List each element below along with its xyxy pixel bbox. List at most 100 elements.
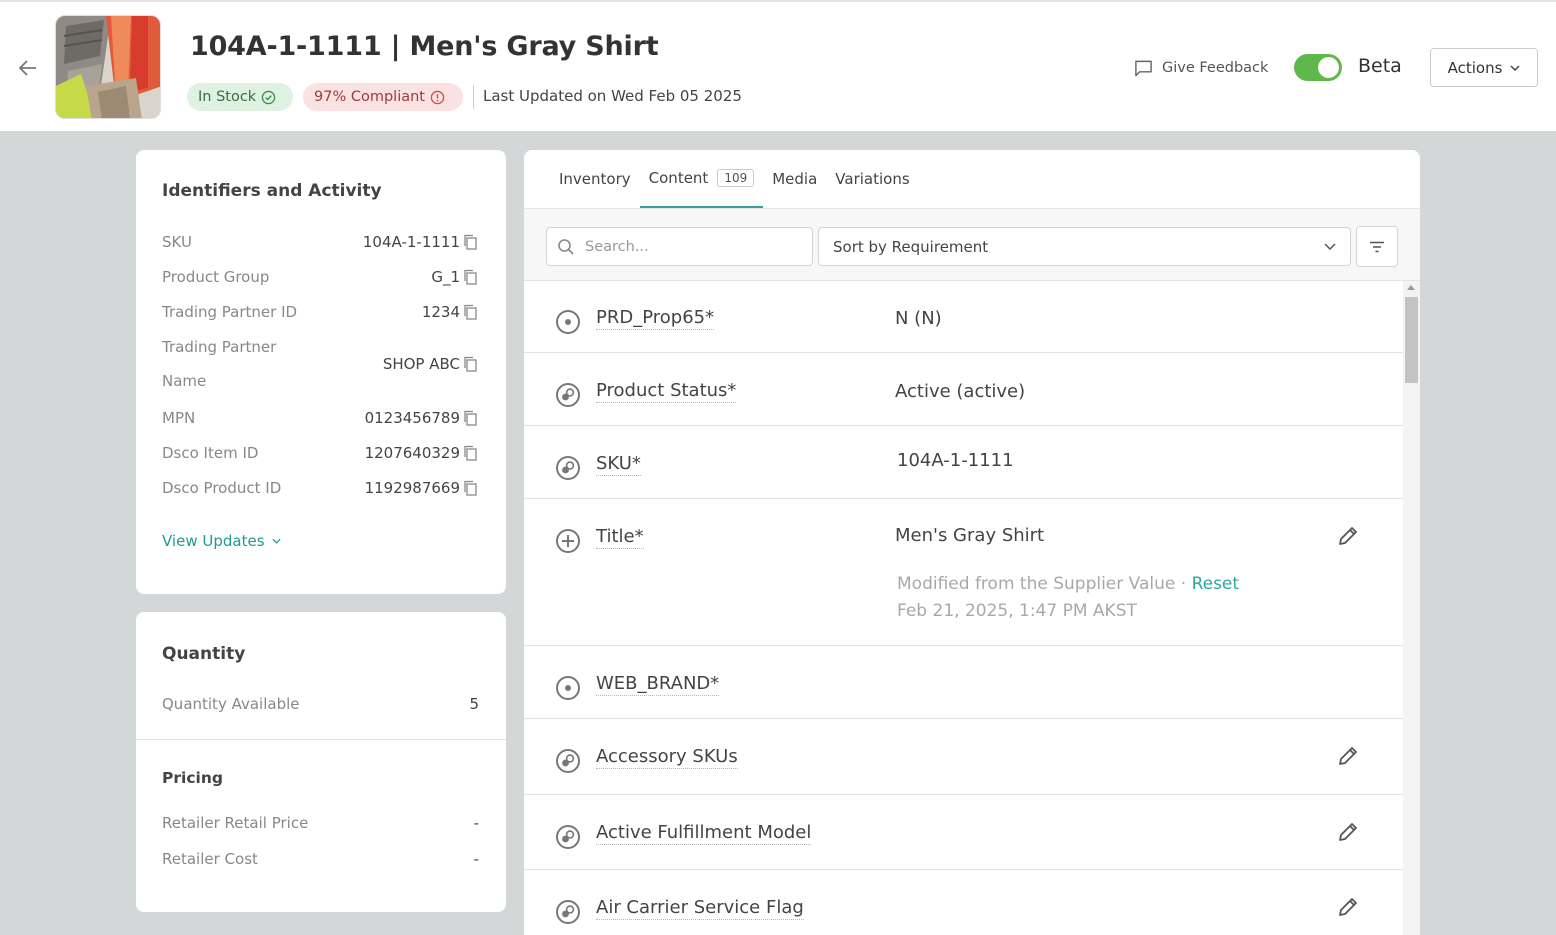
back-arrow-icon[interactable]	[16, 56, 40, 80]
modified-note: Modified from the Supplier Value · Reset	[897, 574, 1239, 594]
tab-media[interactable]: Media	[763, 150, 826, 208]
attribute-label[interactable]: PRD_Prop65*	[596, 307, 715, 330]
reset-link[interactable]: Reset	[1192, 574, 1240, 594]
dsco-item-id-value: 1207640329	[365, 444, 478, 462]
actions-dropdown-button[interactable]: Actions	[1430, 48, 1538, 87]
attribute-label[interactable]: Title*	[596, 526, 644, 549]
quantity-heading: Quantity	[162, 644, 246, 664]
filter-button[interactable]	[1356, 226, 1398, 267]
mpn-text: 0123456789	[364, 409, 460, 427]
copy-icon[interactable]	[462, 304, 478, 320]
trading-partner-id-label: Trading Partner ID	[162, 303, 298, 321]
copy-icon[interactable]	[462, 356, 478, 372]
attribute-row: Title* Men's Gray Shirt Modified from th…	[524, 499, 1403, 646]
identifiers-card: Identifiers and Activity SKU 104A-1-1111…	[136, 150, 506, 594]
attribute-label[interactable]: Accessory SKUs	[596, 746, 738, 769]
tab-content-label: Content	[648, 169, 709, 187]
sort-select[interactable]: Sort by Requirement	[818, 227, 1351, 266]
sku-text: 104A-1-1111	[362, 233, 460, 251]
dsco-product-id-value: 1192987669	[365, 479, 478, 497]
attribute-label[interactable]: Active Fulfillment Model	[596, 822, 812, 845]
scroll-up-arrow-icon[interactable]	[1407, 285, 1415, 290]
tab-inventory[interactable]: Inventory	[550, 150, 640, 208]
mpn-label: MPN	[162, 409, 196, 427]
search-icon	[558, 238, 574, 255]
product-thumbnail[interactable]	[55, 15, 161, 119]
pencil-icon[interactable]	[1336, 524, 1360, 548]
attribute-label[interactable]: Product Status*	[596, 380, 737, 403]
copy-icon[interactable]	[462, 445, 478, 461]
sort-label: Sort by Requirement	[833, 237, 989, 256]
in-stock-badge: In Stock	[187, 83, 293, 111]
header-divider	[473, 85, 474, 109]
pencil-icon[interactable]	[1336, 895, 1360, 919]
trading-partner-name-label-line1: Trading Partner	[162, 338, 277, 356]
tab-variations[interactable]: Variations	[826, 150, 918, 208]
modified-date: Feb 21, 2025, 1:47 PM AKST	[897, 601, 1137, 621]
attribute-row: Active Fulfillment Model	[524, 795, 1403, 870]
filter-icon	[1370, 241, 1384, 252]
attribute-value: 104A-1-1111	[897, 450, 1014, 471]
page-title: 104A-1-1111 | Men's Gray Shirt	[190, 31, 659, 62]
beta-label: Beta	[1358, 55, 1402, 77]
card-divider	[136, 739, 506, 740]
quantity-available-label: Quantity Available	[162, 695, 300, 713]
dsco-product-id-text: 1192987669	[364, 479, 460, 497]
copy-icon[interactable]	[462, 410, 478, 426]
linked-circles-icon	[556, 383, 580, 407]
attribute-value: Men's Gray Shirt	[895, 525, 1045, 546]
copy-icon[interactable]	[462, 234, 478, 250]
target-icon	[556, 310, 580, 334]
content-toolbar: Sort by Requirement	[524, 209, 1420, 281]
pencil-icon[interactable]	[1336, 820, 1360, 844]
scrollbar[interactable]	[1403, 281, 1420, 935]
pencil-icon[interactable]	[1336, 744, 1360, 768]
search-input[interactable]	[585, 238, 785, 255]
plus-circle-icon	[556, 529, 580, 553]
attribute-list: PRD_Prop65* N (N) Product Status* Active…	[524, 281, 1403, 935]
give-feedback-label: Give Feedback	[1162, 60, 1269, 76]
attribute-value: Active (active)	[895, 381, 1026, 402]
give-feedback-button[interactable]: Give Feedback	[1134, 59, 1268, 77]
attribute-row: PRD_Prop65* N (N)	[524, 281, 1403, 353]
retailer-cost-value: -	[473, 850, 479, 868]
alert-circle-icon	[430, 90, 445, 104]
mpn-value: 0123456789	[365, 409, 478, 427]
tab-content[interactable]: Content 109	[639, 150, 764, 208]
copy-icon[interactable]	[462, 480, 478, 496]
trading-partner-name-label-line2: Name	[162, 372, 207, 390]
linked-circles-icon	[556, 456, 580, 480]
view-updates-label: View Updates	[162, 532, 265, 550]
trading-partner-name-text: SHOP ABC	[382, 355, 460, 373]
attribute-label[interactable]: WEB_BRAND*	[596, 673, 720, 696]
identifiers-heading: Identifiers and Activity	[162, 181, 382, 201]
retail-price-value: -	[473, 814, 479, 832]
product-group-text: G_1	[431, 268, 460, 286]
product-group-label: Product Group	[162, 268, 270, 286]
linked-circles-icon	[556, 900, 580, 924]
compliance-badge[interactable]: 97% Compliant	[303, 83, 463, 111]
search-box	[546, 227, 813, 266]
chat-bubble-icon	[1135, 60, 1152, 77]
linked-circles-icon	[556, 749, 580, 773]
scroll-thumb[interactable]	[1405, 297, 1418, 383]
tab-content-count: 109	[717, 169, 755, 187]
trading-partner-name-label: Trading Partner Name	[162, 338, 276, 390]
product-group-value: G_1	[431, 268, 478, 286]
copy-icon[interactable]	[462, 269, 478, 285]
target-icon	[556, 676, 580, 700]
view-updates-link[interactable]: View Updates	[162, 532, 281, 550]
dsco-item-id-text: 1207640329	[364, 444, 460, 462]
tab-variations-label: Variations	[835, 170, 910, 188]
attribute-row: WEB_BRAND*	[524, 646, 1403, 719]
attribute-label[interactable]: SKU*	[596, 453, 641, 476]
tab-bar: Inventory Content 109 Media Variations	[550, 150, 919, 208]
dsco-item-id-label: Dsco Item ID	[162, 444, 259, 462]
retailer-cost-label: Retailer Cost	[162, 850, 258, 868]
pricing-heading: Pricing	[162, 769, 223, 787]
last-updated-text: Last Updated on Wed Feb 05 2025	[483, 87, 742, 105]
beta-toggle[interactable]	[1294, 54, 1342, 81]
attribute-row: Air Carrier Service Flag	[524, 870, 1403, 935]
attribute-label[interactable]: Air Carrier Service Flag	[596, 897, 804, 920]
chevron-down-icon	[1510, 64, 1520, 71]
